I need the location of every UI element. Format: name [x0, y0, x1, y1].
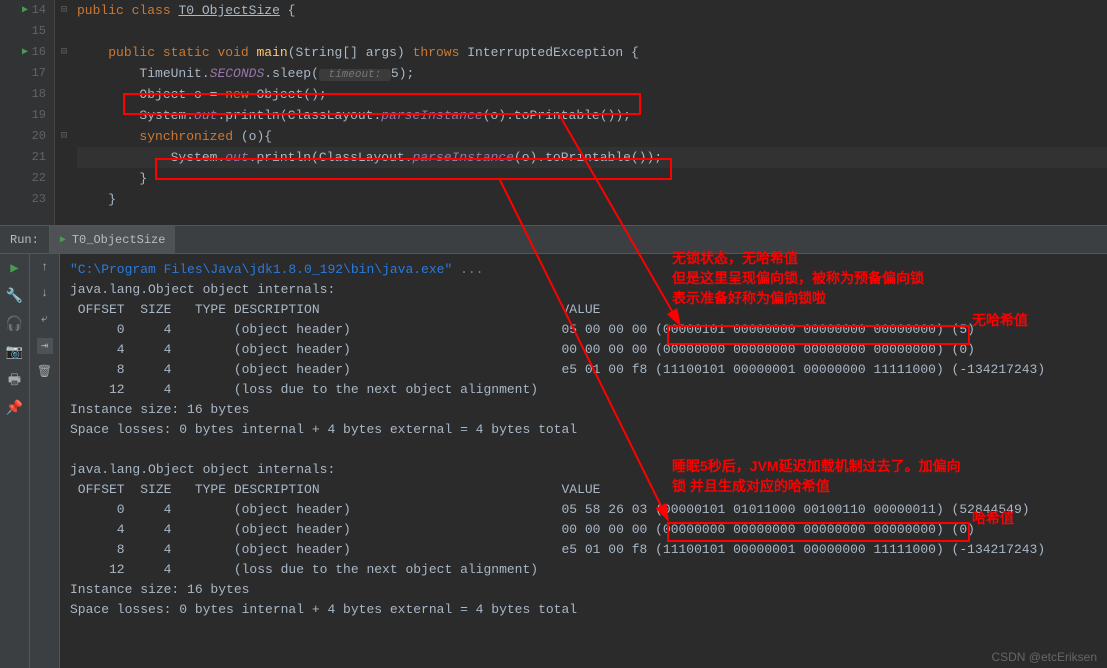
run-header: Run: ▶ T0_ObjectSize [0, 226, 1107, 254]
printer-icon[interactable]: 🖶 [6, 372, 24, 390]
console-line: java.lang.Object object internals: [70, 282, 335, 297]
console-line: 0 4 (object header) 05 58 26 03 (0000010… [70, 502, 1030, 517]
console-line: java.lang.Object object internals: [70, 462, 335, 477]
exec-command: "C:\Program Files\Java\jdk1.8.0_192\bin\… [70, 262, 452, 277]
scroll-end-icon[interactable]: ⇥ [37, 338, 53, 354]
line-gutter: ▶ 14 15 ▶ 16 17 18 19 20 21 22 23 [0, 0, 55, 225]
console-line: OFFSET SIZE TYPE DESCRIPTION VALUE [70, 302, 601, 317]
run-label: Run: [0, 226, 50, 253]
line-number: 22 [32, 171, 46, 185]
console-line: 12 4 (loss due to the next object alignm… [70, 562, 538, 577]
wrench-icon[interactable]: 🔧 [6, 288, 24, 306]
console-line: 12 4 (loss due to the next object alignm… [70, 382, 538, 397]
console-line: 4 4 (object header) 00 00 00 00 (0000000… [70, 522, 975, 537]
run-tab-icon: ▶ [60, 234, 66, 246]
console-line: Space losses: 0 bytes internal + 4 bytes… [70, 422, 577, 437]
console-line: 8 4 (object header) e5 01 00 f8 (1110010… [70, 542, 1045, 557]
line-number: 21 [32, 150, 46, 164]
console-line: Instance size: 16 bytes [70, 402, 249, 417]
fold-marker[interactable]: ⊟ [55, 126, 73, 147]
console-line: Space losses: 0 bytes internal + 4 bytes… [70, 602, 577, 617]
trash-icon[interactable]: 🗑 [37, 364, 53, 380]
run-tab[interactable]: ▶ T0_ObjectSize [50, 226, 176, 253]
soft-wrap-icon[interactable]: ⤶ [37, 312, 53, 328]
run-gutter-icon[interactable]: ▶ [22, 0, 28, 21]
line-number: 15 [32, 24, 46, 38]
console-line: OFFSET SIZE TYPE DESCRIPTION VALUE [70, 482, 601, 497]
fold-marker[interactable]: ⊟ [55, 0, 73, 21]
console-output[interactable]: "C:\Program Files\Java\jdk1.8.0_192\bin\… [60, 254, 1107, 668]
run-sub-toolbar: ↑ ↓ ⤶ ⇥ 🗑 [30, 254, 60, 668]
console-line: 8 4 (object header) e5 01 00 f8 (1110010… [70, 362, 1045, 377]
run-gutter-icon[interactable]: ▶ [22, 42, 28, 63]
line-number: 23 [32, 192, 46, 206]
line-number: 19 [32, 108, 46, 122]
line-number: 14 [32, 3, 46, 17]
pin-icon[interactable]: 📌 [6, 400, 24, 418]
fold-marker[interactable]: ⊟ [55, 42, 73, 63]
console-line: 0 4 (object header) 05 00 00 00 (0000010… [70, 322, 975, 337]
rerun-icon[interactable]: ▶ [6, 260, 24, 278]
run-tab-name: T0_ObjectSize [72, 233, 166, 247]
run-left-toolbar: ▶ 🔧 🎧 📷 🖶 📌 [0, 254, 30, 668]
run-panel: Run: ▶ T0_ObjectSize ▶ 🔧 🎧 📷 🖶 📌 ↑ ↓ ⤶ ⇥… [0, 225, 1107, 668]
line-number: 20 [32, 129, 46, 143]
down-arrow-icon[interactable]: ↓ [37, 286, 53, 302]
console-line: 4 4 (object header) 00 00 00 00 (0000000… [70, 342, 975, 357]
line-number: 17 [32, 66, 46, 80]
camera-icon[interactable]: 📷 [6, 344, 24, 362]
console-line: Instance size: 16 bytes [70, 582, 249, 597]
headphones-icon[interactable]: 🎧 [6, 316, 24, 334]
fold-column: ⊟ ⊟ ⊟ [55, 0, 73, 225]
code-editor: ▶ 14 15 ▶ 16 17 18 19 20 21 22 23 ⊟ ⊟ ⊟ pu… [0, 0, 1107, 225]
code-content[interactable]: public class T0_ObjectSize { public stat… [73, 0, 1107, 225]
watermark: CSDN @etcEriksen [991, 650, 1097, 664]
line-number: 16 [32, 45, 46, 59]
line-number: 18 [32, 87, 46, 101]
up-arrow-icon[interactable]: ↑ [37, 260, 53, 276]
